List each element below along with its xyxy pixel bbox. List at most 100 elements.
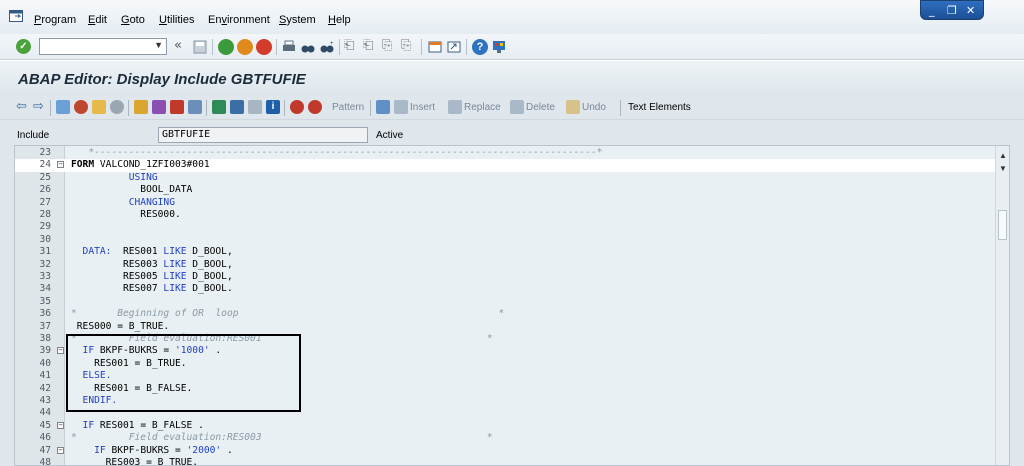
forward-arrow-icon[interactable]: ⇨ — [33, 99, 44, 114]
code-line[interactable]: 23 *------------------------------------… — [15, 147, 995, 159]
replace-icon[interactable] — [448, 100, 462, 114]
toolbar-separator — [212, 39, 213, 55]
line-number: 41 — [39, 370, 51, 382]
enter-check-icon[interactable]: ✓ — [16, 39, 31, 54]
vertical-scrollbar[interactable]: ▲ ▼ — [995, 146, 1009, 465]
customize-layout-icon[interactable] — [491, 39, 507, 55]
delete-icon[interactable] — [510, 100, 524, 114]
code-line[interactable]: 36 * Beginning of OR loop * — [15, 308, 995, 320]
code-line[interactable]: 29 — [15, 221, 995, 233]
pretty-printer-icon[interactable] — [376, 100, 390, 114]
save-icon[interactable] — [192, 39, 208, 55]
line-number: 29 — [39, 221, 51, 233]
back-icon[interactable] — [218, 39, 234, 55]
code-text: RES003 LIKE D_BOOL, — [71, 258, 233, 270]
code-line[interactable]: 25 USING — [15, 172, 995, 184]
title-bar: ABAP Editor: Display Include GBTFUFIE — [0, 60, 1024, 96]
menu-edit[interactable]: Edit — [88, 14, 107, 26]
navigation-window-icon[interactable] — [230, 100, 244, 114]
where-used-icon[interactable] — [170, 100, 184, 114]
undo-icon[interactable] — [566, 100, 580, 114]
fold-toggle-icon[interactable]: − — [57, 446, 64, 454]
menu-environment[interactable]: Environment — [208, 14, 270, 26]
code-text: CHANGING — [71, 196, 175, 208]
active-inactive-icon[interactable] — [74, 100, 88, 114]
code-line[interactable]: 48 RES003 = B_TRUE. — [15, 457, 995, 465]
line-number: 31 — [39, 246, 51, 258]
command-field[interactable]: ▼ — [39, 38, 167, 55]
line-number: 37 — [39, 320, 51, 332]
code-line[interactable]: 47− IF BKPF-BUKRS = '2000' . — [15, 445, 995, 457]
cancel-icon[interactable] — [256, 39, 272, 55]
code-line[interactable]: 33 RES005 LIKE D_BOOL, — [15, 271, 995, 283]
code-line[interactable]: 34 RES007 LIKE D_BOOL. — [15, 283, 995, 295]
find-next-icon[interactable]: + — [319, 39, 335, 55]
next-page-icon[interactable]: ⎘ — [382, 38, 392, 53]
restore-icon[interactable]: ❐ — [947, 4, 957, 17]
code-line[interactable]: 46 * Field evaluation:RES003 * — [15, 432, 995, 444]
help-icon[interactable]: ? — [472, 39, 488, 55]
code-line[interactable]: 31 DATA: RES001 LIKE D_BOOL, — [15, 246, 995, 258]
display-change-icon[interactable] — [56, 100, 70, 114]
menu-system[interactable]: System — [279, 14, 316, 26]
stop-breakpoint-icon[interactable] — [308, 100, 322, 114]
fold-toggle-icon[interactable]: − — [57, 161, 64, 169]
code-line[interactable]: 27 CHANGING — [15, 197, 995, 209]
previous-page-icon[interactable]: ⎗ — [363, 38, 373, 53]
fold-toggle-icon[interactable]: − — [57, 421, 64, 429]
code-editor[interactable]: 23 *------------------------------------… — [14, 145, 1010, 466]
print-icon[interactable] — [281, 39, 297, 55]
replace-button[interactable]: Replace — [464, 102, 501, 113]
pattern-button[interactable]: Pattern — [332, 102, 364, 113]
navigation-icon[interactable] — [188, 100, 202, 114]
fold-toggle-icon[interactable]: − — [57, 347, 64, 355]
scroll-up-icon[interactable]: ▲ — [999, 151, 1007, 160]
window-controls: _ ❐ ✕ — [920, 0, 984, 20]
menu-app-icon[interactable] — [9, 10, 23, 22]
insert-icon[interactable] — [394, 100, 408, 114]
other-object-icon[interactable] — [92, 100, 106, 114]
line-number: 42 — [39, 382, 51, 394]
code-text: IF RES001 = B_FALSE . — [71, 419, 204, 431]
text-elements-button[interactable]: Text Elements — [628, 102, 691, 113]
code-line[interactable]: 24− FORM VALCOND_1ZFI003#001 — [15, 159, 995, 172]
undo-button[interactable]: Undo — [582, 102, 606, 113]
find-icon[interactable] — [300, 39, 316, 55]
menu-program[interactable]: Program — [34, 14, 76, 26]
menu-goto[interactable]: Goto — [121, 14, 145, 26]
activate-icon[interactable] — [134, 100, 148, 114]
menu-utilities[interactable]: Utilities — [159, 14, 194, 26]
object-list-icon[interactable] — [212, 100, 226, 114]
fullscreen-icon[interactable] — [248, 100, 262, 114]
toolbar-separator — [50, 100, 51, 116]
code-line[interactable]: 28 RES000. — [15, 209, 995, 221]
minimize-icon[interactable]: _ — [929, 4, 935, 17]
info-icon[interactable]: i — [266, 100, 280, 114]
code-line[interactable]: 35 — [15, 296, 995, 308]
scroll-thumb[interactable] — [998, 210, 1007, 240]
code-line[interactable]: 37 RES000 = B_TRUE. — [15, 321, 995, 333]
line-number: 35 — [39, 295, 51, 307]
back-history-icon[interactable]: « — [174, 38, 182, 53]
code-line[interactable]: 26 BOOL_DATA — [15, 184, 995, 196]
last-page-icon[interactable]: ⎘ — [401, 38, 411, 53]
new-session-icon[interactable] — [427, 39, 443, 55]
toolbar-separator — [128, 100, 129, 116]
code-line[interactable]: 45− IF RES001 = B_FALSE . — [15, 420, 995, 432]
close-icon[interactable]: ✕ — [966, 4, 975, 17]
menu-help[interactable]: Help — [328, 14, 351, 26]
back-arrow-icon[interactable]: ⇦ — [16, 99, 27, 114]
check-icon[interactable] — [110, 100, 124, 114]
delete-button[interactable]: Delete — [526, 102, 555, 113]
insert-button[interactable]: Insert — [410, 102, 435, 113]
exit-icon[interactable] — [237, 39, 253, 55]
test-icon[interactable] — [152, 100, 166, 114]
set-breakpoint-icon[interactable] — [290, 100, 304, 114]
code-line[interactable]: 30 — [15, 234, 995, 246]
code-text: BOOL_DATA — [71, 184, 193, 196]
code-line[interactable]: 32 RES003 LIKE D_BOOL, — [15, 259, 995, 271]
command-dropdown-icon[interactable]: ▼ — [154, 40, 163, 50]
scroll-down-icon[interactable]: ▼ — [999, 164, 1007, 173]
shortcut-icon[interactable] — [446, 39, 462, 55]
first-page-icon[interactable]: ⎗ — [344, 38, 354, 53]
